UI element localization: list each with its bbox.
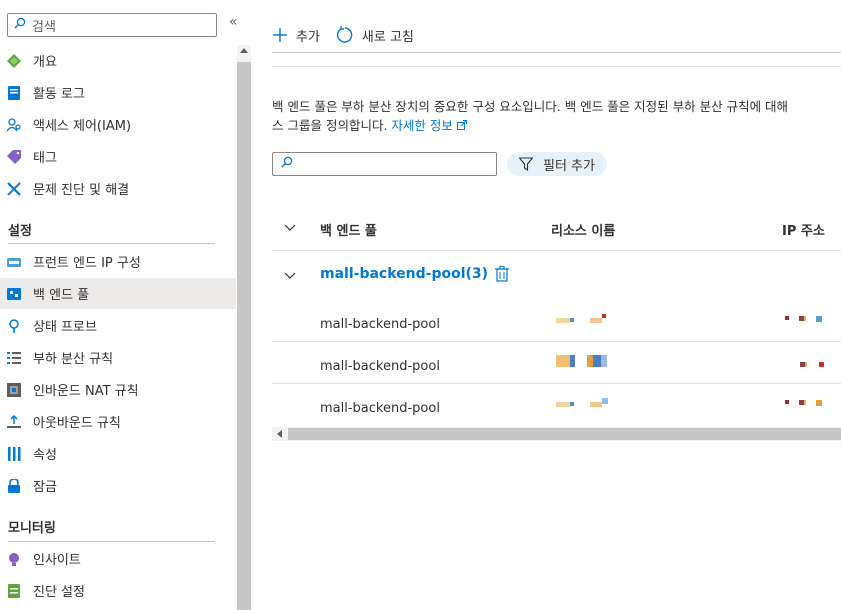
- health-probe-icon: [7, 318, 21, 333]
- toolbar-divider: [272, 52, 841, 53]
- sidebar-item-label: 잠금: [33, 480, 57, 495]
- sidebar-item-access-control[interactable]: 액세스 제어(IAM): [0, 109, 236, 140]
- sidebar-item-label: 상태 프로브: [33, 320, 97, 335]
- frontend-ip-icon: [7, 255, 21, 269]
- redacted-ip-address: [785, 316, 822, 322]
- plus-icon: [272, 27, 288, 43]
- redacted-ip-address: [800, 362, 824, 367]
- sidebar-item-label: 문제 진단 및 해결: [33, 183, 130, 198]
- search-icon: [14, 17, 26, 33]
- lb-rules-icon: [7, 351, 21, 365]
- sidebar-item-label: 백 엔드 풀: [33, 288, 90, 303]
- external-link-icon: [456, 120, 467, 130]
- refresh-icon: [336, 26, 354, 44]
- scroll-left-arrow-icon[interactable]: [277, 430, 282, 438]
- filter-search-input[interactable]: [272, 152, 497, 176]
- add-button[interactable]: 추가: [272, 26, 320, 45]
- redacted-ip-address: [785, 400, 822, 406]
- insights-icon: [7, 552, 21, 566]
- backend-pool-cell: mall-backend-pool: [320, 401, 440, 416]
- sidebar-item-label: 액세스 제어(IAM): [33, 119, 132, 134]
- sidebar-item-inbound-nat[interactable]: 인바운드 NAT 규칙: [0, 374, 236, 405]
- row-divider: [272, 341, 841, 342]
- sidebar-item-properties[interactable]: 속성: [0, 438, 236, 469]
- redacted-resource-name: [556, 314, 606, 323]
- access-control-icon: [7, 117, 21, 132]
- section-header-settings: 설정: [8, 224, 32, 239]
- sidebar-item-diagnostic-settings[interactable]: 진단 설정: [0, 575, 236, 606]
- sidebar-scrollbar-thumb[interactable]: [237, 62, 251, 610]
- properties-icon: [7, 446, 21, 461]
- sidebar-item-label: 인바운드 NAT 규칙: [33, 384, 139, 399]
- inbound-nat-icon: [7, 382, 21, 397]
- description-line: 백 엔드 풀은 부하 분산 장치의 중요한 구성 요소입니다. 백 엔드 풀은 …: [272, 99, 789, 114]
- sidebar-item-label: 프런트 엔드 IP 구성: [33, 256, 141, 271]
- trash-icon[interactable]: [495, 266, 509, 286]
- sidebar-item-lb-rules[interactable]: 부하 분산 규칙: [0, 342, 236, 373]
- column-header-backend-pool[interactable]: 백 엔드 풀: [320, 220, 377, 239]
- diagnostic-settings-icon: [7, 583, 21, 598]
- group-collapse-chevron-icon[interactable]: [283, 268, 297, 286]
- sidebar-item-health-probes[interactable]: 상태 프로브: [0, 310, 236, 341]
- section-divider: [8, 541, 215, 542]
- column-header-resource-name[interactable]: 리소스 이름: [551, 220, 615, 239]
- add-filter-button[interactable]: 필터 추가: [507, 152, 607, 176]
- diagnose-icon: [7, 181, 21, 196]
- sidebar-item-label: 태그: [33, 151, 57, 166]
- backend-pool-icon: [7, 287, 21, 301]
- lock-icon: [7, 478, 21, 493]
- search-icon: [281, 156, 293, 172]
- sidebar-item-label: 부하 분산 규칙: [33, 352, 114, 367]
- scroll-up-arrow-icon[interactable]: [240, 48, 248, 53]
- sidebar-item-label: 활동 로그: [33, 87, 85, 102]
- sidebar-item-diagnose[interactable]: 문제 진단 및 해결: [0, 173, 236, 204]
- description-text-segment: 스 그룹을 정의합니다.: [272, 118, 392, 133]
- expand-all-chevron-icon[interactable]: [283, 220, 297, 238]
- table-scrollbar-thumb[interactable]: [288, 428, 841, 440]
- learn-more-link[interactable]: 자세한 정보: [391, 118, 467, 133]
- tag-icon: [7, 149, 21, 164]
- sidebar-item-label: 개요: [33, 55, 57, 70]
- sidebar-item-outbound-rules[interactable]: 아웃바운드 규칙: [0, 406, 236, 437]
- sidebar-item-label: 아웃바운드 규칙: [33, 416, 121, 431]
- activity-log-icon: [7, 85, 21, 100]
- overview-icon: [7, 53, 21, 68]
- redacted-resource-name: [556, 355, 607, 367]
- redacted-resource-name: [556, 398, 608, 407]
- filter-icon: [519, 157, 533, 171]
- sidebar-item-overview[interactable]: 개요: [0, 45, 236, 76]
- sidebar-item-tags[interactable]: 태그: [0, 141, 236, 172]
- sidebar-item-activity-log[interactable]: 활동 로그: [0, 77, 236, 108]
- content-divider: [272, 66, 841, 67]
- sidebar-item-label: 속성: [33, 448, 57, 463]
- sidebar-item-backend-pools[interactable]: 백 엔드 풀: [0, 278, 236, 309]
- sidebar-item-label: 진단 설정: [33, 585, 85, 600]
- command-bar: 추가 새로 고침: [272, 22, 430, 48]
- row-divider: [272, 250, 841, 251]
- sidebar-item-frontend-ip[interactable]: 프런트 엔드 IP 구성: [0, 246, 236, 277]
- search-placeholder: 검색: [32, 19, 56, 35]
- refresh-button-label: 새로 고침: [361, 29, 414, 45]
- refresh-button[interactable]: 새로 고침: [336, 26, 414, 45]
- add-button-label: 추가: [296, 29, 320, 45]
- sidebar: 검색 « 개요 활동 로그 액세스 제어(IAM) 태그 문제 진단 및 해결 …: [0, 0, 252, 610]
- column-header-ip-address[interactable]: IP 주소: [782, 220, 825, 239]
- outbound-rules-icon: [7, 414, 21, 429]
- backend-pool-cell: mall-backend-pool: [320, 359, 440, 374]
- description-line: 스 그룹을 정의합니다. 자세한 정보: [272, 116, 841, 135]
- section-header-monitoring: 모니터링: [8, 521, 56, 536]
- section-divider: [8, 243, 215, 244]
- description-text: 백 엔드 풀은 부하 분산 장치의 중요한 구성 요소입니다. 백 엔드 풀은 …: [272, 97, 841, 135]
- learn-more-label: 자세한 정보: [391, 118, 453, 133]
- group-label-link[interactable]: mall-backend-pool(3): [320, 266, 488, 282]
- backend-pool-cell: mall-backend-pool: [320, 317, 440, 332]
- sidebar-item-locks[interactable]: 잠금: [0, 470, 236, 501]
- row-divider: [272, 383, 841, 384]
- collapse-sidebar-button[interactable]: «: [229, 14, 238, 30]
- add-filter-label: 필터 추가: [543, 158, 595, 174]
- sidebar-search-input[interactable]: 검색: [7, 13, 217, 37]
- sidebar-item-insights[interactable]: 인사이트: [0, 543, 236, 574]
- sidebar-item-label: 인사이트: [33, 553, 81, 568]
